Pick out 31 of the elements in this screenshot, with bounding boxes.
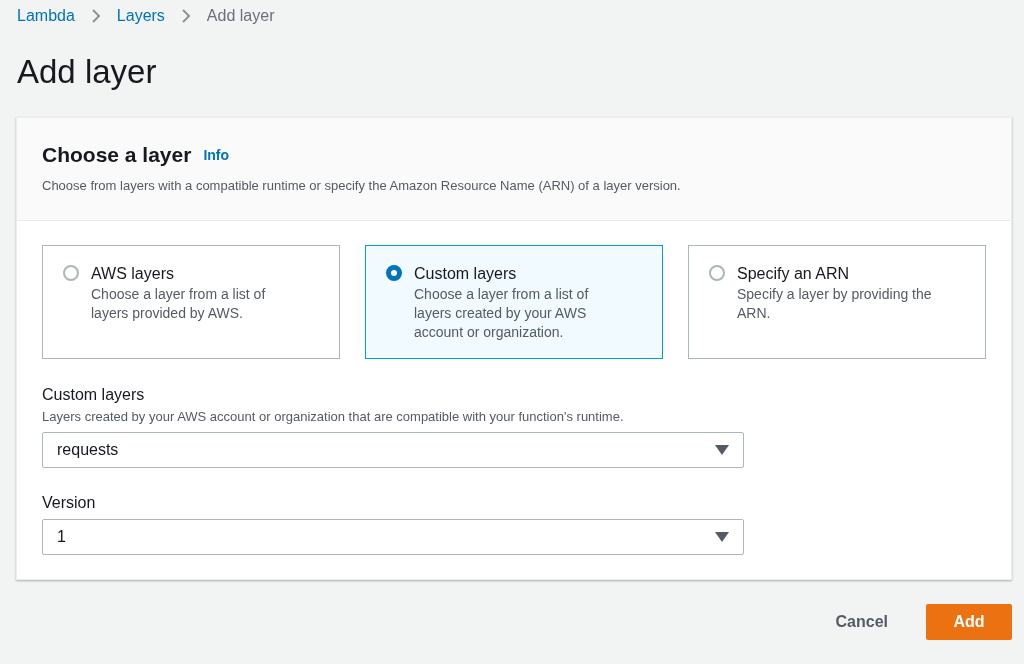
- page-title: Add layer: [16, 52, 158, 92]
- radio-button[interactable]: [63, 264, 79, 281]
- select-field[interactable]: 1: [42, 519, 744, 555]
- select-field[interactable]: requests: [42, 432, 744, 468]
- radio-button[interactable]: [386, 264, 402, 281]
- option-label: Specify an ARN: [737, 263, 851, 284]
- option-label: AWS layers: [91, 263, 175, 284]
- field-description: Layers created by your AWS account or organization that are compatible with your function's runtime.: [42, 407, 625, 426]
- info-link[interactable]: Info: [203, 144, 230, 166]
- field-label: Version: [42, 493, 97, 513]
- chevron-right-icon: [180, 8, 191, 24]
- caret-down-icon: [715, 445, 729, 455]
- select-value: requests: [57, 440, 119, 460]
- breadcrumb-current: Add layer: [206, 6, 275, 26]
- radio-tile[interactable]: Custom layers Choose a layer from a list of layers created by your AWS account or organization.: [365, 244, 663, 359]
- radio-tile[interactable]: Specify an ARN Specify a layer by providing the ARN.: [688, 244, 986, 359]
- field-label: Custom layers: [42, 384, 146, 405]
- option-label: Custom layers: [414, 263, 518, 284]
- radio-button[interactable]: [709, 264, 725, 281]
- breadcrumb-link[interactable]: Lambda: [17, 4, 75, 28]
- select-value: 1: [57, 527, 66, 547]
- chevron-right-icon: [90, 8, 101, 24]
- option-description: Choose a layer from a list of layers provided by AWS.: [91, 284, 267, 323]
- panel-description: Choose from layers with a compatible runtime or specify the Amazon Resource Name (ARN) of a layer version.: [42, 177, 682, 195]
- cancel-button[interactable]: Cancel: [815, 604, 908, 640]
- panel-title: Choose a layer: [42, 142, 192, 168]
- breadcrumb-link[interactable]: Layers: [116, 4, 165, 28]
- radio-tile[interactable]: AWS layers Choose a layer from a list of layers provided by AWS.: [42, 244, 340, 359]
- option-description: Specify a layer by providing the ARN.: [737, 284, 933, 323]
- option-description: Choose a layer from a list of layers created by your AWS account or organization.: [414, 284, 590, 342]
- caret-down-icon: [715, 532, 729, 542]
